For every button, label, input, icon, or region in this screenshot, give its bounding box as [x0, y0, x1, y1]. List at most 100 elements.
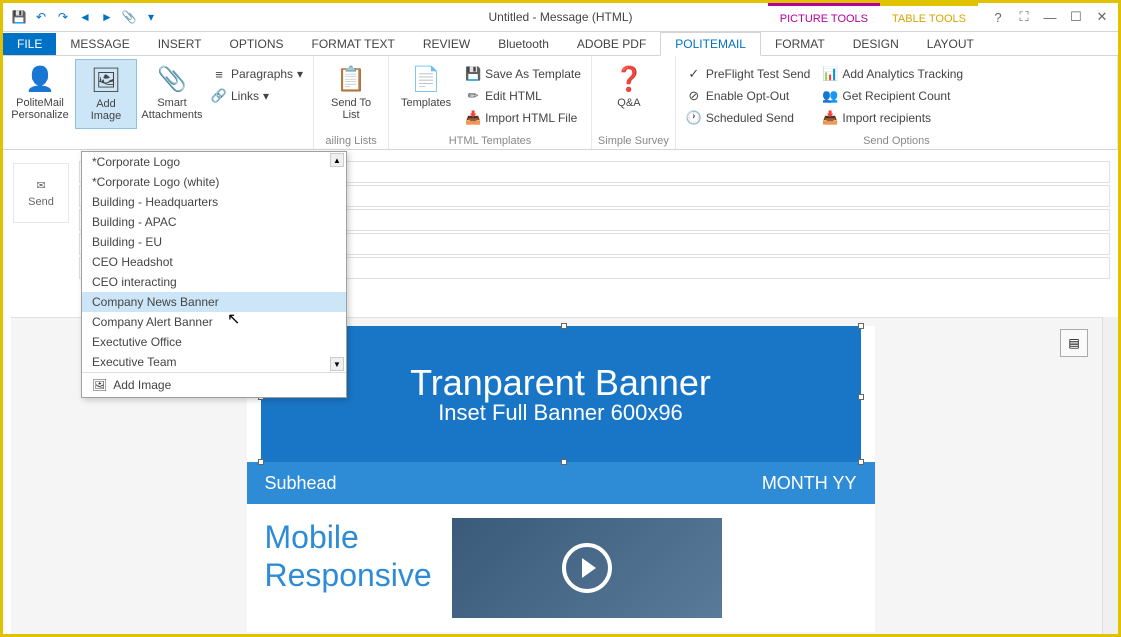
- tab-politemail[interactable]: POLITEMAIL: [660, 32, 761, 56]
- count-icon: 👥: [822, 88, 838, 104]
- layout-options-icon[interactable]: ▤: [1060, 329, 1088, 357]
- dd-item-corporate-logo-white[interactable]: *Corporate Logo (white): [82, 172, 346, 192]
- save-template-icon: 💾: [465, 66, 481, 82]
- analytics-label: Add Analytics Tracking: [842, 67, 963, 81]
- import-html-label: Import HTML File: [485, 111, 577, 125]
- video-thumbnail[interactable]: [452, 518, 722, 618]
- optout-button[interactable]: ⊘Enable Opt-Out: [682, 85, 815, 107]
- ribbon-options-icon[interactable]: ⛶: [1012, 5, 1036, 29]
- tab-design[interactable]: DESIGN: [839, 33, 913, 55]
- templates-button[interactable]: 📄 Templates: [395, 59, 457, 129]
- dd-item-company-news-banner[interactable]: Company News Banner: [82, 292, 346, 312]
- tab-insert[interactable]: INSERT: [144, 33, 216, 55]
- dd-item-executive-team[interactable]: Executive Team: [82, 352, 346, 372]
- banner-image[interactable]: Tranparent Banner Inset Full Banner 600x…: [261, 326, 861, 462]
- links-label: Links: [231, 89, 259, 103]
- dd-item-executive-office[interactable]: Exectutive Office: [82, 332, 346, 352]
- ribbon-group-label: [9, 133, 307, 149]
- context-tab-table[interactable]: TABLE TOOLS: [880, 3, 978, 32]
- dropdown-add-image[interactable]: 🖼 Add Image: [82, 373, 346, 397]
- selection-handle[interactable]: [858, 394, 864, 400]
- send-to-list-button[interactable]: 📋 Send To List: [320, 59, 382, 129]
- body-row: Mobile Responsive: [247, 504, 875, 632]
- add-image-button[interactable]: 🖼 Add Image: [75, 59, 137, 129]
- dd-item-corporate-logo[interactable]: *Corporate Logo: [82, 152, 346, 172]
- help-icon[interactable]: ?: [986, 5, 1010, 29]
- send-button[interactable]: ✉ Send: [13, 163, 69, 223]
- add-image-dropdown: ▲ *Corporate Logo *Corporate Logo (white…: [81, 151, 347, 398]
- analytics-button[interactable]: 📊 Add Analytics Tracking: [818, 63, 967, 85]
- tab-options[interactable]: OPTIONS: [216, 33, 298, 55]
- qat-previous-icon[interactable]: ◄: [75, 7, 95, 27]
- dd-item-building-eu[interactable]: Building - EU: [82, 232, 346, 252]
- dd-item-company-alert-banner[interactable]: Company Alert Banner: [82, 312, 346, 332]
- recipient-count-button[interactable]: 👥Get Recipient Count: [818, 85, 967, 107]
- scroll-up-icon[interactable]: ▲: [330, 153, 344, 167]
- subhead-right: MONTH YY: [762, 473, 857, 494]
- import-recipients-button[interactable]: 📥Import recipients: [818, 107, 967, 129]
- add-image-icon: 🖼: [90, 64, 122, 96]
- tab-adobe-pdf[interactable]: ADOBE PDF: [563, 33, 660, 55]
- paragraphs-icon: ≡: [211, 66, 227, 82]
- save-template-label: Save As Template: [485, 67, 581, 81]
- minimize-icon[interactable]: —: [1038, 5, 1062, 29]
- dropdown-list[interactable]: ▲ *Corporate Logo *Corporate Logo (white…: [82, 152, 346, 372]
- edit-html-label: Edit HTML: [485, 89, 542, 103]
- import-recipients-label: Import recipients: [842, 111, 931, 125]
- group-label-survey: Simple Survey: [598, 133, 669, 149]
- tab-format-text[interactable]: FORMAT TEXT: [298, 33, 409, 55]
- qa-button[interactable]: ❓ Q&A: [598, 59, 660, 129]
- preflight-button[interactable]: ✓PreFlight Test Send: [682, 63, 815, 85]
- dd-item-building-hq[interactable]: Building - Headquarters: [82, 192, 346, 212]
- play-icon: [562, 543, 612, 593]
- paragraphs-label: Paragraphs: [231, 67, 293, 81]
- optout-label: Enable Opt-Out: [706, 89, 789, 103]
- redo-icon[interactable]: ↷: [53, 7, 73, 27]
- qat-dropdown-icon[interactable]: ▾: [141, 7, 161, 27]
- send-icon: ✉: [36, 179, 45, 192]
- edit-html-icon: ✏: [465, 88, 481, 104]
- selection-handle[interactable]: [561, 459, 567, 465]
- dd-item-ceo-interacting[interactable]: CEO interacting: [82, 272, 346, 292]
- scroll-down-icon[interactable]: ▼: [330, 357, 344, 371]
- selection-handle[interactable]: [561, 323, 567, 329]
- personalize-label: PoliteMail Personalize: [11, 97, 68, 121]
- save-as-template-button[interactable]: 💾 Save As Template: [461, 63, 585, 85]
- smart-attachments-button[interactable]: 📎 Smart Attachments: [141, 59, 203, 129]
- paragraphs-button[interactable]: ≡ Paragraphs ▾: [207, 63, 307, 85]
- context-tab-picture[interactable]: PICTURE TOOLS: [768, 3, 880, 32]
- vertical-scrollbar[interactable]: [1102, 317, 1118, 634]
- undo-icon[interactable]: ↶: [31, 7, 51, 27]
- edit-html-button[interactable]: ✏ Edit HTML: [461, 85, 585, 107]
- save-icon[interactable]: 💾: [9, 7, 29, 27]
- tab-file[interactable]: FILE: [3, 33, 56, 55]
- add-image-small-icon: 🖼: [92, 378, 107, 392]
- tab-message[interactable]: MESSAGE: [56, 33, 143, 55]
- import-html-button[interactable]: 📥Import HTML File: [461, 107, 585, 129]
- selection-handle[interactable]: [858, 323, 864, 329]
- templates-label: Templates: [401, 97, 451, 109]
- tab-format[interactable]: FORMAT: [761, 33, 839, 55]
- analytics-icon: 📊: [822, 66, 838, 82]
- add-image-dd-label: Add Image: [113, 378, 171, 392]
- tab-bluetooth[interactable]: Bluetooth: [484, 33, 563, 55]
- dd-item-ceo-headshot[interactable]: CEO Headshot: [82, 252, 346, 272]
- selection-handle[interactable]: [858, 459, 864, 465]
- ribbon-group-send-options: ✓PreFlight Test Send ⊘Enable Opt-Out 🕐Sc…: [676, 56, 1118, 149]
- preflight-label: PreFlight Test Send: [706, 67, 811, 81]
- send-label: Send: [28, 196, 54, 208]
- selection-handle[interactable]: [258, 459, 264, 465]
- chevron-down-icon: ▾: [297, 67, 303, 81]
- tab-review[interactable]: REVIEW: [409, 33, 484, 55]
- qat-attach-icon[interactable]: 📎: [119, 7, 139, 27]
- tab-layout[interactable]: LAYOUT: [913, 33, 988, 55]
- qat-next-icon[interactable]: ►: [97, 7, 117, 27]
- politemail-personalize-button[interactable]: 👤 PoliteMail Personalize: [9, 59, 71, 129]
- scheduled-button[interactable]: 🕐Scheduled Send: [682, 107, 815, 129]
- maximize-icon[interactable]: ☐: [1064, 5, 1088, 29]
- ribbon-group-mailing-lists: 📋 Send To List ailing Lists: [314, 56, 389, 149]
- close-icon[interactable]: ✕: [1090, 5, 1114, 29]
- links-button[interactable]: 🔗Links▾: [207, 85, 307, 107]
- links-icon: 🔗: [211, 88, 227, 104]
- dd-item-building-apac[interactable]: Building - APAC: [82, 212, 346, 232]
